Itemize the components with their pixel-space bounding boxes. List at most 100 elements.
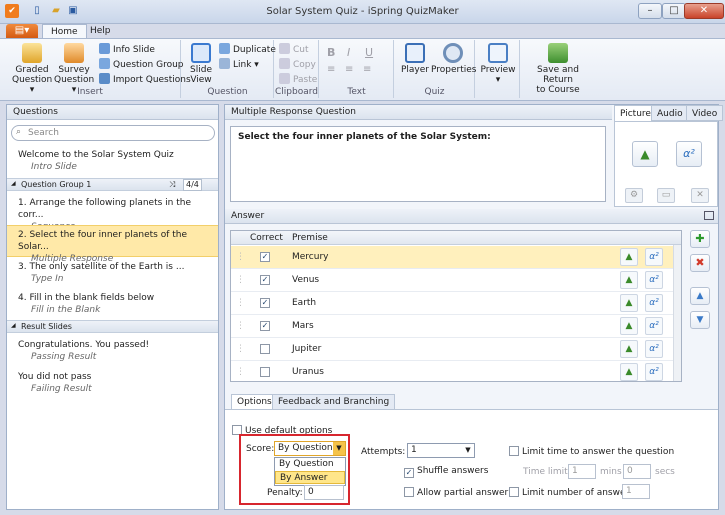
premise-text[interactable]: Jupiter: [292, 338, 321, 360]
correct-checkbox[interactable]: ✓: [260, 321, 270, 331]
row-formula-icon[interactable]: α²: [645, 271, 663, 289]
drag-handle-icon[interactable]: ⋮: [236, 361, 245, 381]
copy-button[interactable]: Copy: [279, 58, 316, 72]
premise-text[interactable]: Uranus: [292, 361, 324, 381]
list-item-q4[interactable]: 4. Fill in the blank fields below Fill i…: [7, 290, 218, 320]
limit-answers-checkbox[interactable]: Limit number of answers:: [509, 487, 637, 498]
duplicate-button[interactable]: Duplicate: [219, 43, 276, 57]
drag-handle-icon[interactable]: ⋮: [236, 292, 245, 314]
italic-button[interactable]: I: [347, 46, 350, 59]
player-button[interactable]: Player: [399, 43, 431, 75]
paste-button[interactable]: Paste: [279, 73, 317, 87]
add-answer-button[interactable]: ✚: [690, 230, 710, 248]
row-formula-icon[interactable]: α²: [645, 294, 663, 312]
media-settings-icon[interactable]: ⚙: [625, 188, 643, 203]
row-picture-icon[interactable]: ▲: [620, 248, 638, 266]
slide-view-button[interactable]: Slide View: [186, 43, 216, 85]
list-item-intro[interactable]: Welcome to the Solar System Quiz Intro S…: [7, 149, 218, 173]
expand-panel-icon[interactable]: [704, 211, 714, 220]
row-picture-icon[interactable]: ▲: [620, 363, 638, 381]
tab-options[interactable]: Options: [231, 394, 278, 410]
align-center-icon[interactable]: ≡: [345, 64, 353, 75]
move-up-button[interactable]: ▲: [690, 287, 710, 305]
row-picture-icon[interactable]: ▲: [620, 271, 638, 289]
close-button[interactable]: ✕: [684, 3, 724, 19]
import-questions-icon: [99, 73, 110, 84]
bold-button[interactable]: B: [327, 46, 335, 59]
premise-text[interactable]: Earth: [292, 292, 316, 314]
premise-text[interactable]: Mars: [292, 315, 314, 337]
insert-formula-icon[interactable]: α²: [676, 141, 702, 167]
slide-view-icon: [191, 43, 211, 63]
collapse-arrow-icon[interactable]: ◢: [11, 180, 16, 187]
row-formula-icon[interactable]: α²: [645, 248, 663, 266]
maximize-button[interactable]: □: [662, 3, 686, 19]
drag-handle-icon[interactable]: ⋮: [236, 315, 245, 337]
premise-text[interactable]: Venus: [292, 269, 319, 291]
drag-handle-icon[interactable]: ⋮: [236, 269, 245, 291]
media-delete-icon[interactable]: ✕: [691, 188, 709, 203]
correct-checkbox[interactable]: [260, 344, 270, 354]
ribbon-group-clipboard: Cut Copy Paste Clipboard: [275, 40, 319, 98]
question-group-header[interactable]: Question Group 1 ⤨ 4/4: [7, 178, 218, 191]
tab-home[interactable]: Home: [42, 24, 87, 38]
tab-feedback-branching[interactable]: Feedback and Branching: [272, 394, 396, 410]
collapse-arrow-icon[interactable]: ◢: [11, 322, 16, 329]
media-replace-icon[interactable]: ▭: [657, 188, 675, 203]
app-menu-button[interactable]: ▤▾: [6, 24, 38, 38]
cut-button[interactable]: Cut: [279, 43, 309, 57]
search-input[interactable]: Search: [11, 125, 215, 141]
align-right-icon[interactable]: ≡: [363, 64, 371, 75]
insert-picture-icon[interactable]: ▲: [632, 141, 658, 167]
save-and-return-button[interactable]: Save and Return to Course: [523, 43, 593, 95]
table-row[interactable]: ⋮ ✓ Mercury ▲ α²: [231, 246, 681, 269]
properties-button[interactable]: Properties: [431, 43, 476, 75]
row-formula-icon[interactable]: α²: [645, 363, 663, 381]
question-group-button[interactable]: Question Group: [99, 58, 184, 72]
correct-checkbox[interactable]: ✓: [260, 252, 270, 262]
list-item-q2[interactable]: 2. Select the four inner planets of the …: [7, 225, 218, 264]
shuffle-answers-checkbox[interactable]: ✓ Shuffle answers: [404, 466, 488, 478]
limit-time-checkbox[interactable]: Limit time to answer the question: [509, 446, 674, 457]
row-picture-icon[interactable]: ▲: [620, 340, 638, 358]
table-row[interactable]: ⋮ Uranus ▲ α²: [231, 361, 681, 381]
secs-input[interactable]: 0: [623, 464, 651, 479]
drag-handle-icon[interactable]: ⋮: [236, 338, 245, 360]
question-text-box[interactable]: Select the four inner planets of the Sol…: [230, 126, 606, 202]
correct-checkbox[interactable]: [260, 367, 270, 377]
minimize-button[interactable]: –: [638, 3, 662, 19]
row-picture-icon[interactable]: ▲: [620, 317, 638, 335]
row-picture-icon[interactable]: ▲: [620, 294, 638, 312]
answers-limit-input[interactable]: 1: [622, 484, 650, 499]
info-slide-button[interactable]: Info Slide: [99, 43, 155, 57]
table-row[interactable]: ⋮ Jupiter ▲ α²: [231, 338, 681, 361]
list-item-q3[interactable]: 3. The only satellite of the Earth is ..…: [7, 259, 218, 289]
result-slides-header[interactable]: Result Slides: [7, 320, 218, 333]
align-left-icon[interactable]: ≡: [327, 64, 335, 75]
tab-help[interactable]: Help: [82, 24, 119, 38]
list-item-q1[interactable]: 1. Arrange the following planets in the …: [7, 195, 218, 232]
delete-answer-button[interactable]: ✖: [690, 254, 710, 272]
row-formula-icon[interactable]: α²: [645, 317, 663, 335]
table-row[interactable]: ⋮ ✓ Venus ▲ α²: [231, 269, 681, 292]
preview-button[interactable]: Preview ▾: [478, 43, 518, 85]
tab-audio[interactable]: Audio: [651, 105, 689, 121]
row-formula-icon[interactable]: α²: [645, 340, 663, 358]
partial-answer-checkbox[interactable]: Allow partial answer: [404, 487, 508, 498]
import-questions-button[interactable]: Import Questions: [99, 73, 191, 87]
grid-scrollbar[interactable]: [673, 245, 681, 381]
list-item-passing[interactable]: Congratulations. You passed! Passing Res…: [7, 337, 218, 367]
table-row[interactable]: ⋮ ✓ Mars ▲ α²: [231, 315, 681, 338]
mins-input[interactable]: 1: [568, 464, 596, 479]
tab-video[interactable]: Video: [686, 105, 724, 121]
table-row[interactable]: ⋮ ✓ Earth ▲ α²: [231, 292, 681, 315]
correct-checkbox[interactable]: ✓: [260, 275, 270, 285]
underline-button[interactable]: U: [365, 46, 373, 59]
attempts-dropdown[interactable]: 1 ▼: [407, 443, 475, 458]
correct-checkbox[interactable]: ✓: [260, 298, 270, 308]
link-button[interactable]: Link ▾: [219, 58, 259, 72]
premise-text[interactable]: Mercury: [292, 246, 328, 268]
list-item-failing[interactable]: You did not pass Failing Result: [7, 369, 218, 399]
drag-handle-icon[interactable]: ⋮: [236, 246, 245, 268]
move-down-button[interactable]: ▼: [690, 311, 710, 329]
